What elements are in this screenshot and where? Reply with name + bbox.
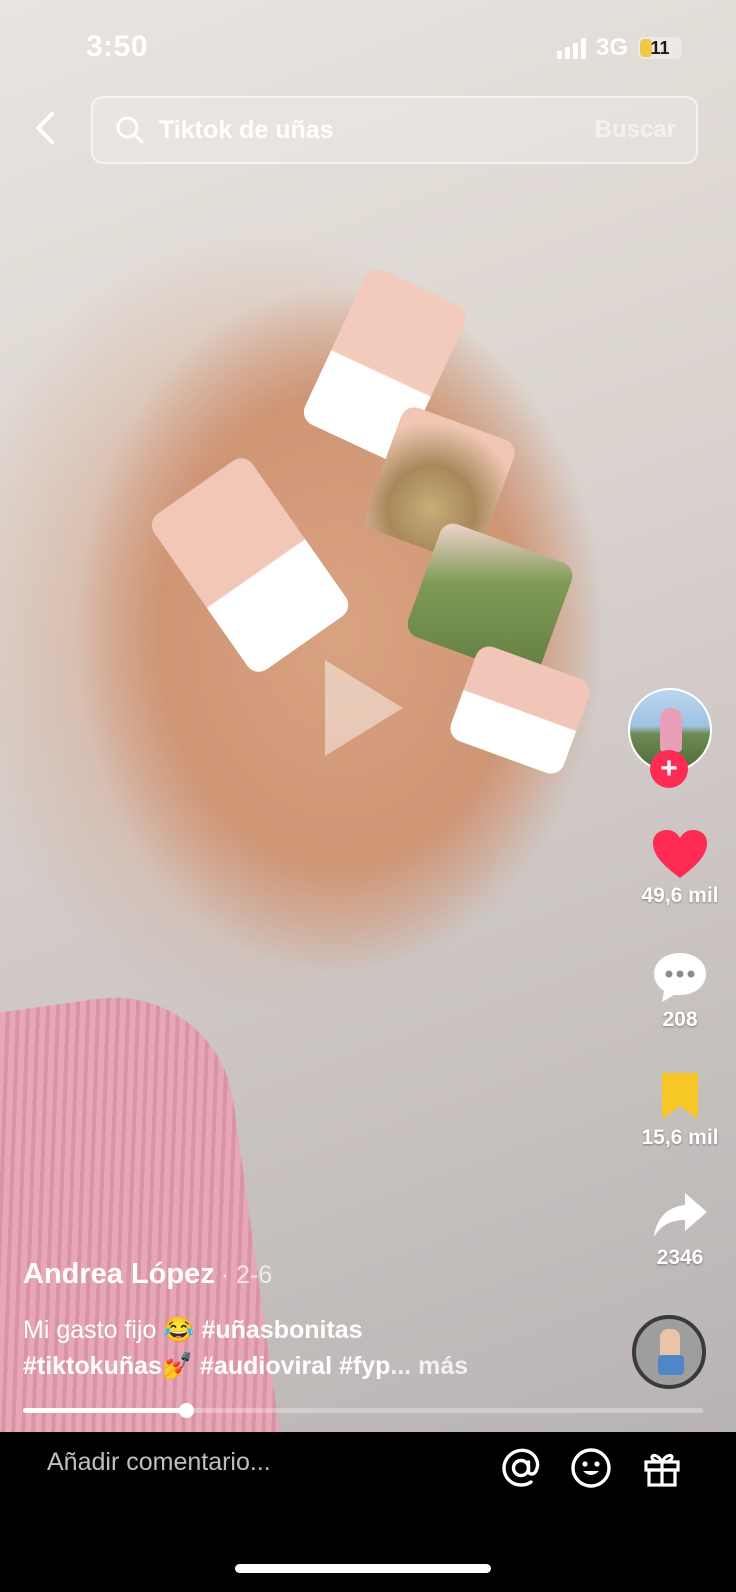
author-name[interactable]: Andrea López	[23, 1258, 215, 1290]
caption[interactable]: Mi gasto fijo 😂 #uñasbonitas #tiktokuñas…	[23, 1312, 583, 1384]
caption-text: Mi gasto fijo	[23, 1316, 157, 1344]
video-frame-hand	[0, 150, 700, 1130]
signal-icon	[556, 37, 586, 59]
hashtag[interactable]: #audioviral	[200, 1352, 332, 1380]
author-name-row[interactable]: Andrea López · 2-6	[23, 1258, 272, 1291]
hashtag[interactable]: #fyp	[339, 1352, 390, 1380]
caption-emoji: 😂	[163, 1316, 195, 1344]
share-arrow-icon	[654, 1193, 707, 1237]
more-link[interactable]: ... más	[390, 1352, 468, 1380]
bookmark-icon	[662, 1073, 698, 1119]
post-date: · 2-6	[220, 1261, 273, 1289]
save-count: 15,6 mil	[641, 1126, 719, 1149]
video-progress-bar[interactable]	[23, 1403, 703, 1418]
follow-plus-icon[interactable]: +	[650, 750, 688, 788]
mention-icon[interactable]	[499, 1446, 543, 1490]
search-button[interactable]: Buscar	[595, 116, 676, 144]
save-button[interactable]: 15,6 mil	[638, 1070, 722, 1150]
emoji-icon[interactable]	[569, 1446, 613, 1490]
comment-count: 208	[662, 1008, 698, 1031]
gift-icon[interactable]	[640, 1446, 684, 1490]
battery-level: 11	[650, 37, 670, 58]
video-player[interactable]	[0, 0, 736, 1432]
hashtag[interactable]: #uñasbonitas	[201, 1316, 362, 1344]
status-time: 3:50	[86, 30, 149, 63]
video-progress-fill	[23, 1408, 187, 1413]
hashtag[interactable]: #tiktokuñas	[23, 1352, 162, 1380]
share-button[interactable]: 2346	[638, 1190, 722, 1270]
status-indicators: 3G 11	[556, 34, 682, 62]
play-icon[interactable]	[325, 660, 403, 756]
like-count: 49,6 mil	[641, 884, 719, 907]
like-button[interactable]: 49,6 mil	[638, 828, 722, 908]
network-type: 3G	[595, 34, 628, 61]
battery-icon: 11	[638, 37, 682, 59]
comment-input[interactable]: Añadir comentario...	[47, 1448, 271, 1477]
hashtag-emoji: 💅	[161, 1352, 194, 1380]
sound-disc[interactable]	[632, 1315, 706, 1389]
comment-button[interactable]: 208	[638, 950, 722, 1032]
home-indicator[interactable]	[235, 1564, 491, 1573]
heart-icon	[653, 830, 707, 878]
share-count: 2346	[656, 1246, 704, 1269]
search-query[interactable]: Tiktok de uñas	[159, 116, 595, 145]
back-icon[interactable]	[28, 108, 64, 148]
search-input[interactable]: Tiktok de uñas Buscar	[91, 96, 698, 164]
search-icon	[116, 116, 144, 144]
comment-bubble-icon	[654, 953, 706, 1002]
